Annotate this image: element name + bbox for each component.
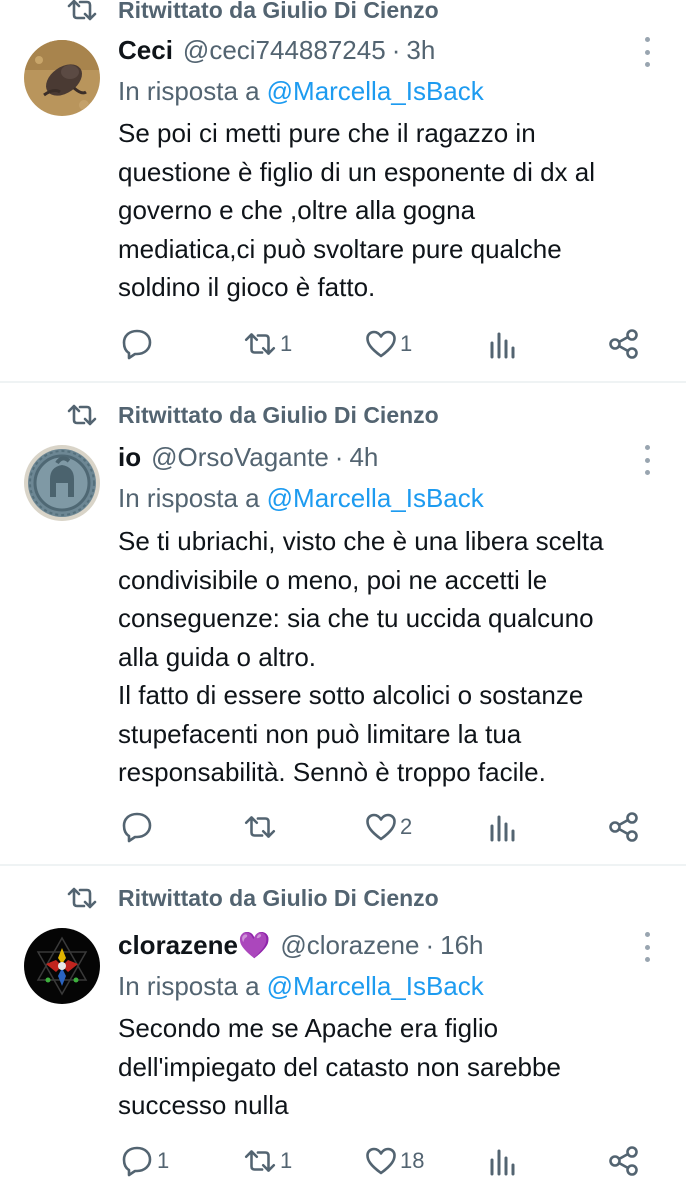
reply-icon xyxy=(120,810,154,844)
reply-icon xyxy=(120,1144,154,1178)
retweet-button[interactable]: 1 xyxy=(243,324,292,364)
retweet-icon xyxy=(243,1146,277,1176)
display-name[interactable]: Ceci xyxy=(118,35,173,66)
retweet-icon xyxy=(243,812,277,842)
retweet-count: 1 xyxy=(280,331,293,356)
retweeted-by-label: Ritwittato da Giulio Di Cienzo xyxy=(118,884,439,911)
reply-prefix: In risposta a xyxy=(118,970,260,1001)
reply-mention[interactable]: @Marcella_IsBack xyxy=(267,483,484,514)
like-count: 2 xyxy=(400,814,413,839)
like-button[interactable]: 1 xyxy=(365,324,412,364)
retweet-icon xyxy=(66,400,100,430)
display-name[interactable]: io xyxy=(118,442,141,473)
views-button[interactable] xyxy=(489,1141,517,1181)
share-icon xyxy=(608,1145,640,1177)
tweet-text: Se ti ubriachi, visto che è una libera s… xyxy=(118,526,604,787)
separator: · xyxy=(334,441,344,472)
like-button[interactable]: 18 xyxy=(365,1141,424,1181)
display-name[interactable]: clorazene💜 xyxy=(118,930,270,961)
tweet-actions: 1 1 xyxy=(0,324,686,364)
reply-prefix: In risposta a xyxy=(118,75,260,106)
user-handle[interactable]: @clorazene xyxy=(280,930,419,961)
tweet-1[interactable]: Ritwittato da Giulio Di Cienzo Ceci @cec… xyxy=(0,0,686,382)
more-icon[interactable] xyxy=(640,37,654,67)
retweeted-by-label: Ritwittato da Giulio Di Cienzo xyxy=(118,0,439,23)
retweet-icon xyxy=(243,329,277,359)
like-count: 18 xyxy=(400,1148,425,1173)
more-icon[interactable] xyxy=(640,932,654,962)
more-icon[interactable] xyxy=(640,445,654,475)
retweet-button[interactable]: 1 xyxy=(243,1141,292,1181)
timestamp[interactable]: 4h xyxy=(349,442,378,473)
share-button[interactable] xyxy=(608,807,640,847)
tweet-actions: 1 1 18 xyxy=(0,1141,686,1181)
retweet-context: Ritwittato da Giulio Di Cienzo xyxy=(66,398,439,432)
reply-count: 1 xyxy=(157,1148,170,1173)
views-icon xyxy=(489,1146,517,1176)
user-handle[interactable]: @ceci744887245 xyxy=(183,35,386,66)
heart-icon xyxy=(365,329,397,359)
tweet-text: Secondo me se Apache era figlio dell'imp… xyxy=(118,1013,561,1120)
reply-button[interactable]: 1 xyxy=(120,1141,169,1181)
reply-button[interactable] xyxy=(120,807,157,847)
tweet-3[interactable]: Ritwittato da Giulio Di Cienzo clorazene… xyxy=(0,866,686,1200)
retweet-button[interactable] xyxy=(243,807,280,847)
views-button[interactable] xyxy=(489,324,517,364)
reply-context: In risposta a @Marcella_IsBack xyxy=(118,73,484,109)
tweet-text: Se poi ci metti pure che il ragazzo in q… xyxy=(118,118,596,302)
share-icon xyxy=(608,328,640,360)
reply-context: In risposta a @Marcella_IsBack xyxy=(118,480,484,516)
reply-button[interactable] xyxy=(120,324,157,364)
like-count: 1 xyxy=(400,331,413,356)
share-button[interactable] xyxy=(608,324,640,364)
retweeted-by-label: Ritwittato da Giulio Di Cienzo xyxy=(118,401,439,428)
heart-icon xyxy=(365,1146,397,1176)
separator: · xyxy=(425,929,435,960)
separator: · xyxy=(391,34,401,65)
reply-context: In risposta a @Marcella_IsBack xyxy=(118,968,484,1004)
reply-icon xyxy=(120,327,154,361)
timestamp[interactable]: 3h xyxy=(406,35,435,66)
tweet-2[interactable]: Ritwittato da Giulio Di Cienzo io @OrsoV… xyxy=(0,383,686,865)
views-button[interactable] xyxy=(489,807,517,847)
retweet-icon xyxy=(66,883,100,913)
views-icon xyxy=(489,329,517,359)
retweet-context: Ritwittato da Giulio Di Cienzo xyxy=(66,881,439,915)
views-icon xyxy=(489,812,517,842)
avatar[interactable] xyxy=(24,445,100,521)
share-icon xyxy=(608,811,640,843)
retweet-count: 1 xyxy=(280,1148,293,1173)
reply-mention[interactable]: @Marcella_IsBack xyxy=(267,76,484,107)
reply-prefix: In risposta a xyxy=(118,482,260,513)
timestamp[interactable]: 16h xyxy=(440,930,483,961)
like-button[interactable]: 2 xyxy=(365,807,412,847)
retweet-icon xyxy=(66,0,100,25)
heart-icon xyxy=(365,812,397,842)
tweet-actions: 2 xyxy=(0,807,686,847)
avatar[interactable] xyxy=(24,40,100,116)
reply-mention[interactable]: @Marcella_IsBack xyxy=(267,971,484,1002)
avatar[interactable] xyxy=(24,928,100,1004)
retweet-context: Ritwittato da Giulio Di Cienzo xyxy=(66,0,439,27)
user-handle[interactable]: @OrsoVagante xyxy=(151,442,329,473)
share-button[interactable] xyxy=(608,1141,640,1181)
